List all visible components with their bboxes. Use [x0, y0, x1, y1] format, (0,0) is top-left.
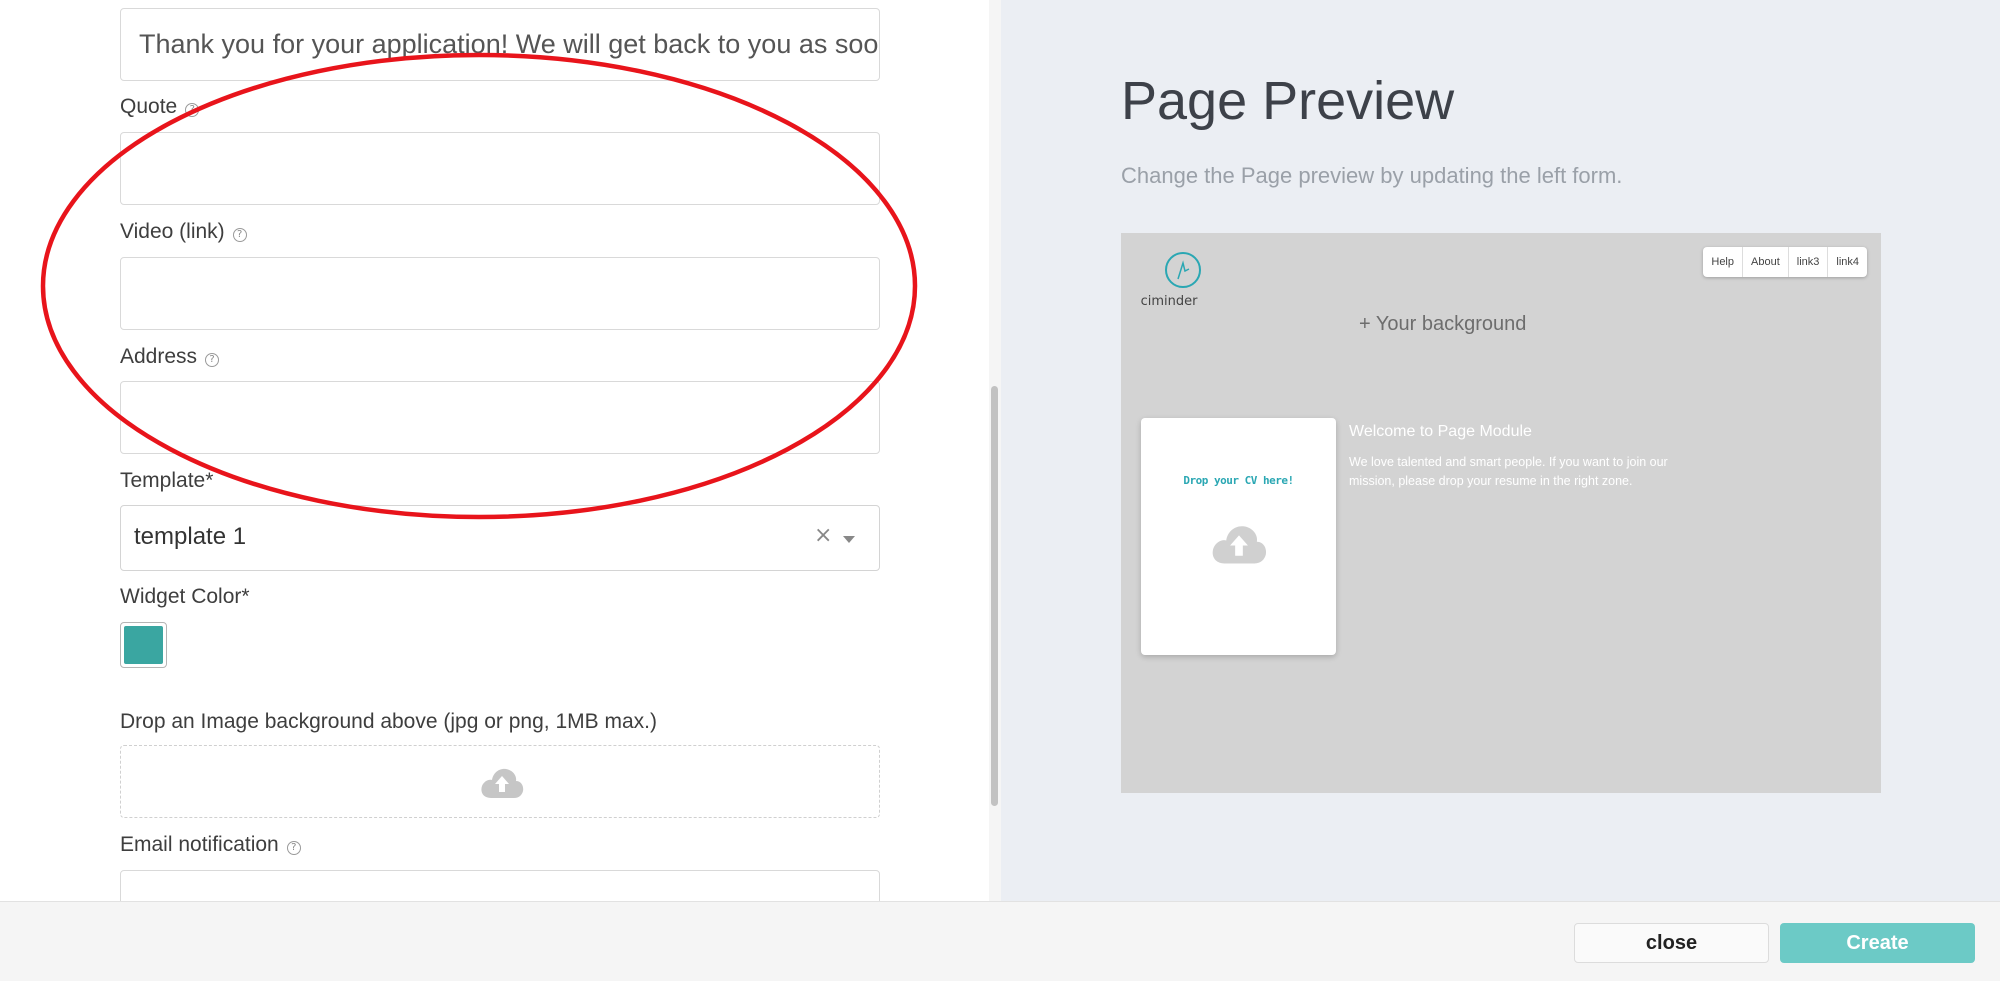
template-select-value: template 1 [134, 523, 247, 550]
form-panel: Thank you for your application! We will … [0, 0, 989, 901]
help-icon[interactable]: ? [232, 228, 247, 242]
preview-nav: Help About link3 link4 [1703, 247, 1867, 277]
thank-you-message-input[interactable]: Thank you for your application! We will … [120, 8, 880, 81]
email-notification-label-text: Email notification [120, 833, 279, 856]
nav-item-link3[interactable]: link3 [1787, 247, 1828, 277]
nav-item-about[interactable]: About [1742, 247, 1788, 277]
video-label: Video (link)? [120, 220, 247, 244]
nav-item-link4[interactable]: link4 [1827, 247, 1867, 277]
color-swatch [124, 626, 163, 664]
template-select[interactable]: template 1 [120, 505, 880, 571]
dropzone-label: Drop an Image background above (jpg or p… [120, 710, 657, 733]
welcome-text: We love talented and smart people. If yo… [1349, 455, 1668, 488]
drop-cv-text: Drop your CV here! [1183, 474, 1294, 487]
widget-color-picker[interactable] [120, 622, 167, 668]
widget-color-label: Widget Color* [120, 585, 250, 608]
create-button[interactable]: Create [1780, 923, 1975, 963]
page-subtitle: Change the Page preview by updating the … [1121, 163, 1623, 188]
quote-label-text: Quote [120, 95, 178, 118]
page-title: Page Preview [1121, 71, 1455, 131]
address-label: Address? [120, 345, 220, 369]
address-label-text: Address [120, 345, 198, 368]
svg-text:ciminder: ciminder [1141, 294, 1199, 307]
upload-cloud-icon [481, 768, 524, 798]
template-label: Template* [120, 469, 214, 492]
email-notification-input[interactable] [120, 870, 880, 901]
nav-item-help[interactable]: Help [1703, 247, 1742, 277]
logo: ciminder [1137, 251, 1201, 309]
help-icon[interactable]: ? [185, 103, 200, 117]
email-notification-label: Email notification? [120, 833, 301, 857]
cv-drop-card[interactable]: Drop your CV here! [1141, 418, 1336, 655]
page-preview: ciminder Help About link3 link4 + Your b… [1121, 233, 1881, 793]
quote-label: Quote? [120, 95, 200, 119]
chevron-down-icon[interactable] [843, 536, 855, 543]
help-icon[interactable]: ? [286, 841, 301, 855]
welcome-heading: Welcome to Page Module [1349, 423, 1532, 440]
video-label-text: Video (link) [120, 220, 225, 243]
clear-icon[interactable]: × [814, 523, 832, 548]
upload-cloud-icon [1212, 526, 1267, 564]
address-input[interactable] [120, 381, 880, 454]
close-button[interactable]: close [1574, 923, 1769, 963]
preview-panel: Page Preview Change the Page preview by … [1001, 0, 2000, 901]
image-dropzone[interactable] [120, 745, 880, 818]
background-placeholder: + Your background [1359, 313, 1527, 335]
scrollbar-thumb[interactable] [991, 386, 998, 806]
quote-input[interactable] [120, 132, 880, 205]
video-link-input[interactable] [120, 257, 880, 330]
logo-icon: ciminder [1141, 252, 1201, 309]
help-icon[interactable]: ? [205, 353, 220, 367]
